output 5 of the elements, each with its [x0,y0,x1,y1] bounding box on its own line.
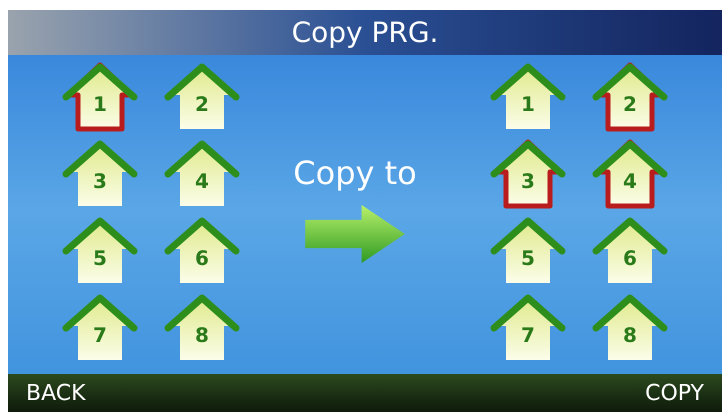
screen-title: Copy PRG. [292,14,438,50]
back-button[interactable]: BACK [26,376,86,410]
copy-button[interactable]: COPY [645,376,704,410]
copy-to-label: Copy to [293,153,417,194]
arrow-icon [303,203,407,265]
